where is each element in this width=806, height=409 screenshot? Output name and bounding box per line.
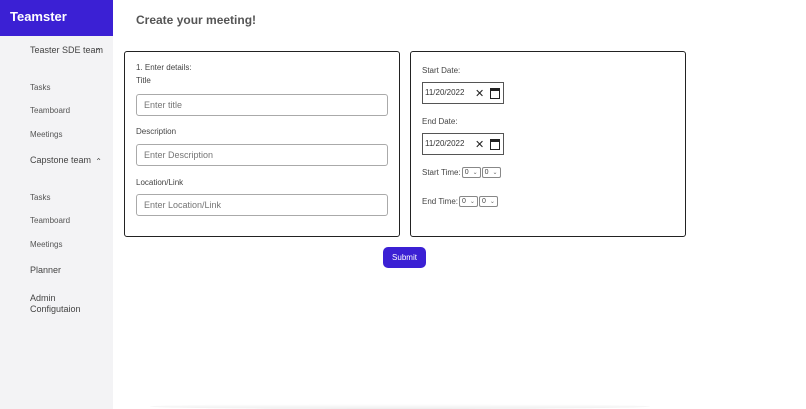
end-minute-value: 0 [481,198,486,205]
submit-button[interactable]: Submit [383,247,426,268]
sidebar-group-capstone[interactable]: Capstone team ⌃ [30,155,108,166]
details-panel: 1. Enter details: Title Description Loca… [124,51,400,237]
calendar-icon[interactable] [490,88,500,99]
page-title: Create your meeting! [136,13,257,27]
clear-icon[interactable]: ✕ [475,138,484,151]
details-heading: 1. Enter details: [136,63,192,72]
end-date-label: End Date: [422,117,458,126]
location-input[interactable] [136,194,388,216]
start-minute-select[interactable]: 0 ⌄ [481,167,501,178]
end-minute-select[interactable]: 0 ⌄ [478,196,498,207]
chevron-down-icon: ⌄ [489,199,495,205]
footer-shadow [150,404,650,409]
sidebar-item-teamboard[interactable]: Teamboard [30,106,70,115]
end-hour-value: 0 [462,198,466,205]
start-minute-value: 0 [484,169,489,176]
sidebar-item-admin-configuration[interactable]: Admin Configutaion [30,293,90,315]
start-time-row: Start Time: 0 ⌄ 0 ⌄ [422,167,501,178]
brand-logo[interactable]: Teamster [0,0,113,36]
start-date-value: 11/20/2022 [425,88,465,97]
chevron-up-icon[interactable]: ⌃ [95,156,102,167]
sidebar-group-label: Capstone team [30,155,92,165]
location-label: Location/Link [136,178,184,187]
calendar-icon[interactable] [490,139,500,150]
sidebar-group-label: Teaster SDE team [30,45,104,55]
start-hour-select[interactable]: 0 ⌄ [461,167,481,178]
end-hour-select[interactable]: 0 ⌄ [459,196,478,207]
end-date-value: 11/20/2022 [425,139,465,148]
chevron-up-icon[interactable]: ⌃ [95,46,102,57]
start-hour-value: 0 [464,169,469,176]
description-label: Description [136,127,177,136]
clear-icon[interactable]: ✕ [475,87,484,100]
sidebar-item-tasks[interactable]: Tasks [30,83,50,92]
end-time-label: End Time: [422,197,459,206]
sidebar-item-tasks[interactable]: Tasks [30,193,50,202]
sidebar-item-meetings[interactable]: Meetings [30,240,62,249]
sidebar-item-meetings[interactable]: Meetings [30,130,62,139]
title-input[interactable] [136,94,388,116]
start-date-input[interactable]: 11/20/2022 ✕ [422,82,504,104]
end-date-input[interactable]: 11/20/2022 ✕ [422,133,504,155]
end-time-row: End Time: 0 ⌄ 0 ⌄ [422,196,498,207]
chevron-down-icon: ⌄ [472,170,478,176]
title-label: Title [136,76,151,85]
start-time-label: Start Time: [422,168,461,177]
chevron-down-icon: ⌄ [469,199,475,205]
sidebar-item-teamboard[interactable]: Teamboard [30,216,70,225]
sidebar-group-teaster[interactable]: Teaster SDE team ⌃ [30,45,108,56]
description-input[interactable] [136,144,388,166]
start-date-label: Start Date: [422,66,461,75]
chevron-down-icon: ⌄ [492,170,498,176]
sidebar-item-planner[interactable]: Planner [30,265,61,276]
sidebar: Teamster Teaster SDE team ⌃ Tasks Teambo… [0,0,113,409]
schedule-panel: Start Date: 11/20/2022 ✕ End Date: 11/20… [410,51,686,237]
